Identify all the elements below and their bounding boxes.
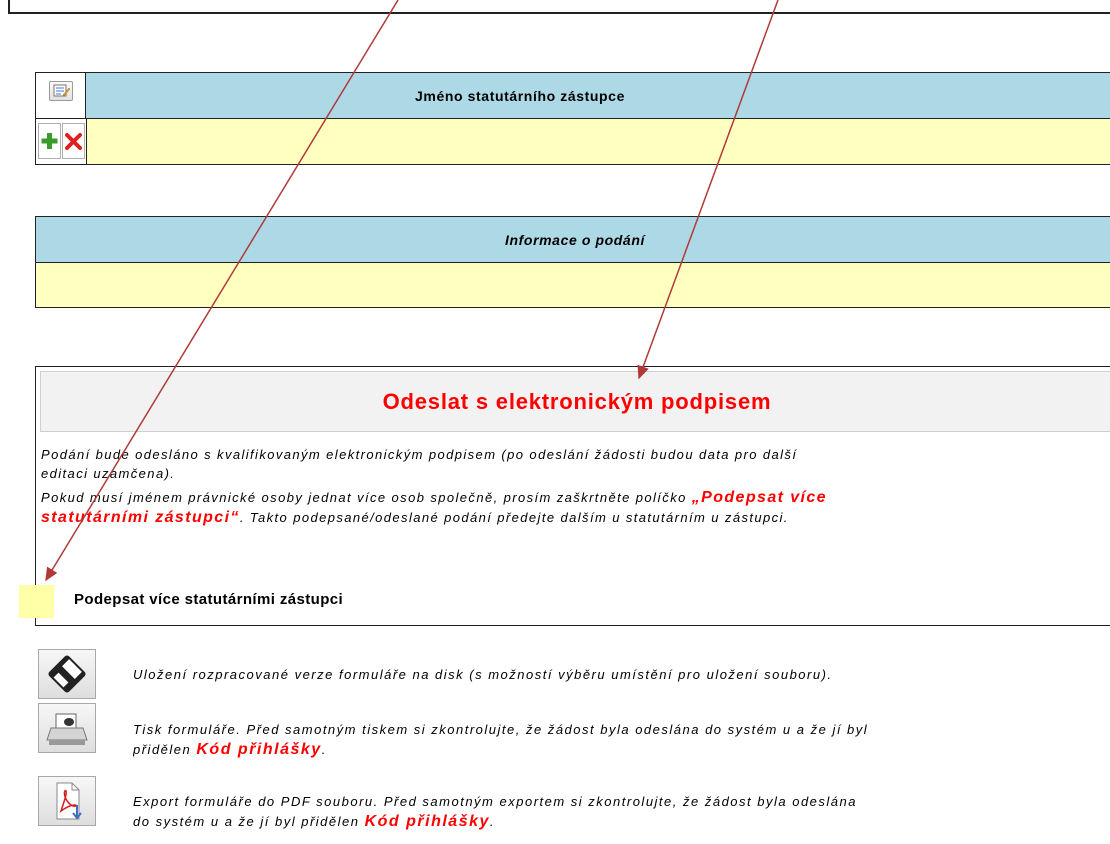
edit-cell <box>36 73 86 118</box>
add-row-button[interactable] <box>38 123 61 159</box>
save-description: Uložení rozpracované verze formuláře na … <box>133 667 833 682</box>
multi-signer-text: Pokud musí jménem právnické osoby jednat… <box>41 490 692 505</box>
multi-signer-info-line-1: Pokud musí jménem právnické osoby jednat… <box>41 488 1110 507</box>
export-application-code: Kód přihlášky <box>364 813 490 830</box>
multi-signer-checkbox[interactable] <box>19 585 54 618</box>
export-pdf-button[interactable] <box>38 776 96 826</box>
print-suffix: . <box>321 742 327 757</box>
filing-info-title: Informace o podání <box>36 217 1110 263</box>
electronic-signature-panel: Odeslat s elektronickým podpisem Podání … <box>35 366 1110 626</box>
multi-signer-highlight-2: statutárními zástupci“ <box>41 509 240 526</box>
send-with-signature-button[interactable]: Odeslat s elektronickým podpisem <box>40 371 1110 432</box>
previous-section-frame <box>8 0 1110 14</box>
plus-icon <box>41 133 58 149</box>
print-application-code: Kód přihlášky <box>196 741 322 758</box>
statutory-table-header: Jméno statutárního zástupce <box>36 73 1110 119</box>
filing-info-field[interactable] <box>36 263 1110 307</box>
close-icon <box>65 133 82 150</box>
print-description-line-1: Tisk formuláře. Před samotným tiskem si … <box>133 722 869 737</box>
export-description-line-2: do systém u a že jí byl přidělen Kód při… <box>133 811 1110 832</box>
multi-signer-suffix: . Takto podepsané/odeslané podání předej… <box>239 510 789 525</box>
multi-signer-checkbox-label: Podepsat více statutárními zástupci <box>74 591 344 608</box>
multi-signer-highlight-1: „Podepsat více <box>691 489 827 506</box>
printer-icon <box>46 713 88 745</box>
export-prefix: do systém u a že jí byl přidělen <box>133 814 365 829</box>
statutory-table-row <box>36 119 1110 164</box>
representative-name-field[interactable] <box>86 119 1110 164</box>
form-page: Jméno statutárního zástupce Informace o … <box>0 0 1110 844</box>
arrow-to-sign-button <box>637 0 779 380</box>
print-prefix: přidělen <box>133 742 197 757</box>
print-description-line-2: přidělen Kód přihlášky. <box>133 739 1110 760</box>
print-button[interactable] <box>38 703 96 753</box>
filing-info-table: Informace o podání <box>35 216 1110 308</box>
signature-info-line-2: editaci uzamčena). <box>41 466 176 481</box>
save-button[interactable] <box>38 649 96 699</box>
delete-row-button[interactable] <box>62 123 85 159</box>
floppy-disk-icon <box>48 655 86 693</box>
signature-info-line-1: Podání bude odesláno s kvalifikovaným el… <box>41 447 798 462</box>
export-suffix: . <box>489 814 496 829</box>
statutory-table-title: Jméno statutárního zástupce <box>86 73 1110 118</box>
statutory-representative-table: Jméno statutárního zástupce <box>35 72 1110 165</box>
edit-icon[interactable] <box>49 81 73 101</box>
multi-signer-info-line-2: statutárními zástupci“. Takto podepsané/… <box>41 508 1110 527</box>
export-description-line-1: Export formuláře do PDF souboru. Před sa… <box>133 794 857 809</box>
pdf-export-icon <box>56 782 82 820</box>
